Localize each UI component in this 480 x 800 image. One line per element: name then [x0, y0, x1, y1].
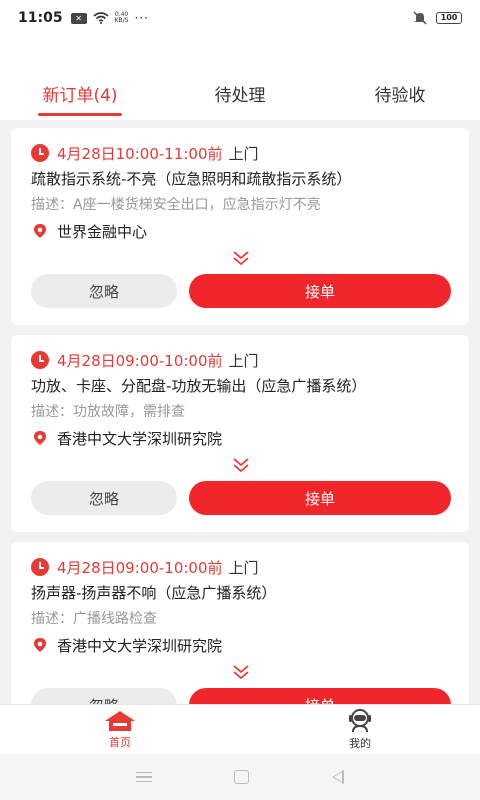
order-title: 疏散指示系统-不亮（应急照明和疏散指示系统）	[31, 170, 352, 188]
status-left-icons: ✕ 0.40 KB/S ···	[70, 11, 149, 25]
order-description: 描述：功放故障，需排查	[31, 404, 185, 420]
order-card: 4月28日09:00-10:00前 上门 功放、卡座、分配盘-功放无输出（应急广…	[11, 335, 469, 532]
tabbar-mine-label: 我的	[349, 736, 371, 750]
tab-new-orders[interactable]: 新订单(4)	[0, 76, 160, 120]
location-pin-icon	[34, 638, 46, 652]
tab-awaiting-acceptance[interactable]: 待验收	[320, 76, 480, 120]
status-bar: 11:05 ✕ 0.40 KB/S ··· 100	[0, 0, 480, 36]
order-location-row: 世界金融中心	[31, 218, 451, 244]
order-location-row: 香港中文大学深圳研究院	[31, 632, 451, 658]
order-time-row: 4月28日09:00-10:00前 上门	[31, 347, 451, 373]
accept-order-button[interactable]: 接单	[189, 688, 451, 704]
double-chevron-down-icon	[233, 251, 249, 266]
order-actions: 忽略 接单	[31, 481, 451, 515]
order-time: 4月28日10:00-11:00前	[57, 144, 223, 163]
home-square-icon[interactable]	[234, 770, 250, 784]
order-location: 香港中文大学深圳研究院	[57, 429, 223, 448]
profile-robot-icon	[349, 708, 371, 732]
order-visit-type: 上门	[228, 558, 259, 577]
order-time: 4月28日09:00-10:00前	[57, 558, 223, 577]
tab-pending[interactable]: 待处理	[160, 76, 320, 120]
ignore-button[interactable]: 忽略	[31, 274, 177, 308]
header-area	[0, 36, 480, 76]
clock-icon	[31, 351, 49, 369]
order-visit-type: 上门	[228, 144, 259, 163]
expand-chevron[interactable]	[31, 250, 451, 270]
order-card: 4月28日09:00-10:00前 上门 扬声器-扬声器不响（应急广播系统） 描…	[11, 542, 469, 704]
tabbar-home-label: 首页	[109, 735, 131, 749]
net-speed: 0.40 KB/S	[115, 12, 129, 24]
order-actions: 忽略 接单	[31, 688, 451, 704]
order-card: 4月28日10:00-11:00前 上门 疏散指示系统-不亮（应急照明和疏散指示…	[11, 128, 469, 325]
status-right-icons: 100	[412, 11, 462, 25]
order-time-row: 4月28日10:00-11:00前 上门	[31, 140, 451, 166]
order-visit-type: 上门	[228, 351, 259, 370]
notification-x-icon: ✕	[70, 12, 87, 24]
back-triangle-icon[interactable]	[331, 770, 344, 784]
tabbar-home[interactable]: 首页	[0, 705, 240, 754]
accept-order-button[interactable]: 接单	[189, 274, 451, 308]
expand-chevron[interactable]	[31, 457, 451, 477]
mute-icon	[413, 11, 427, 25]
more-dots: ···	[134, 11, 149, 25]
expand-chevron[interactable]	[31, 664, 451, 684]
double-chevron-down-icon	[233, 665, 249, 680]
battery-icon: 100	[436, 12, 462, 24]
wifi-icon	[93, 12, 109, 24]
clock-icon	[31, 558, 49, 576]
order-description: 描述：A座一楼货梯安全出口，应急指示灯不亮	[31, 197, 321, 213]
menu-icon[interactable]	[136, 772, 153, 782]
bottom-tab-bar: 首页 我的	[0, 704, 480, 754]
clock-icon	[31, 144, 49, 162]
order-location-row: 香港中文大学深圳研究院	[31, 425, 451, 451]
tabbar-mine[interactable]: 我的	[240, 705, 480, 754]
location-pin-icon	[34, 431, 46, 445]
order-time: 4月28日09:00-10:00前	[57, 351, 223, 370]
order-description: 描述：广播线路检查	[31, 611, 157, 627]
order-time-row: 4月28日09:00-10:00前 上门	[31, 554, 451, 580]
order-location: 世界金融中心	[57, 222, 148, 241]
location-pin-icon	[34, 224, 46, 238]
order-actions: 忽略 接单	[31, 274, 451, 308]
status-time: 11:05	[18, 10, 63, 26]
system-nav-bar	[0, 754, 480, 800]
ignore-button[interactable]: 忽略	[31, 688, 177, 704]
order-list[interactable]: 4月28日10:00-11:00前 上门 疏散指示系统-不亮（应急照明和疏散指示…	[0, 120, 480, 704]
ignore-button[interactable]: 忽略	[31, 481, 177, 515]
accept-order-button[interactable]: 接单	[189, 481, 451, 515]
double-chevron-down-icon	[233, 458, 249, 473]
home-icon	[105, 710, 135, 731]
order-title: 功放、卡座、分配盘-功放无输出（应急广播系统）	[31, 377, 367, 395]
net-speed-unit: KB/S	[114, 17, 129, 24]
order-title: 扬声器-扬声器不响（应急广播系统）	[31, 584, 277, 602]
order-tabs: 新订单(4) 待处理 待验收	[0, 76, 480, 120]
order-location: 香港中文大学深圳研究院	[57, 636, 223, 655]
